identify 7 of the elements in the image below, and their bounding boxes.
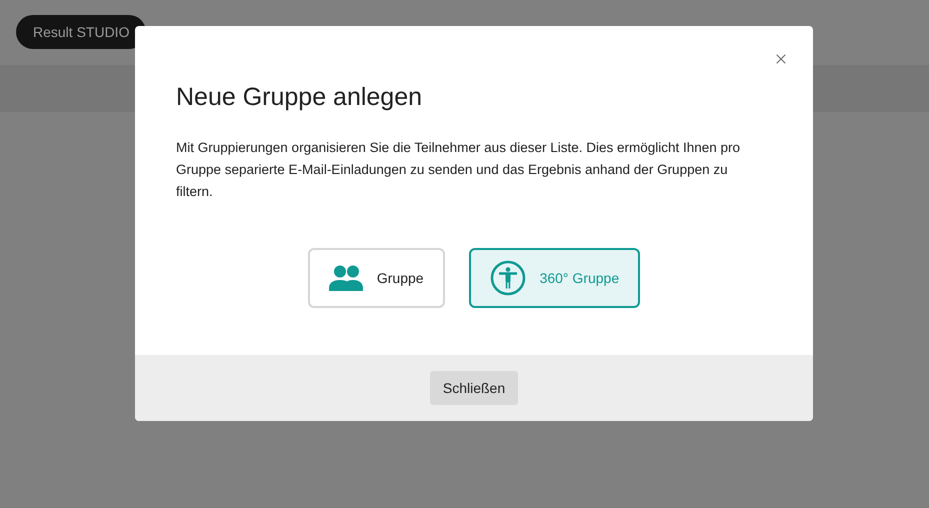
group-type-option[interactable]: Gruppe [308, 248, 445, 308]
brand-pill: Result STUDIO [16, 15, 146, 49]
people-icon [328, 265, 363, 291]
close-dialog-button[interactable]: Schließen [430, 371, 518, 405]
dialog-description: Mit Gruppierungen organisieren Sie die Teilnehmer aus dieser Liste. Dies ermöglicht Ihnen pro Gruppe separierte E-Mail-Einladungen zu senden und das Ergebnis anhand der Gruppen zu filtern. [176, 139, 742, 201]
dialog-title: Neue Gruppe anlegen [176, 82, 424, 112]
accessibility-icon [490, 260, 526, 296]
